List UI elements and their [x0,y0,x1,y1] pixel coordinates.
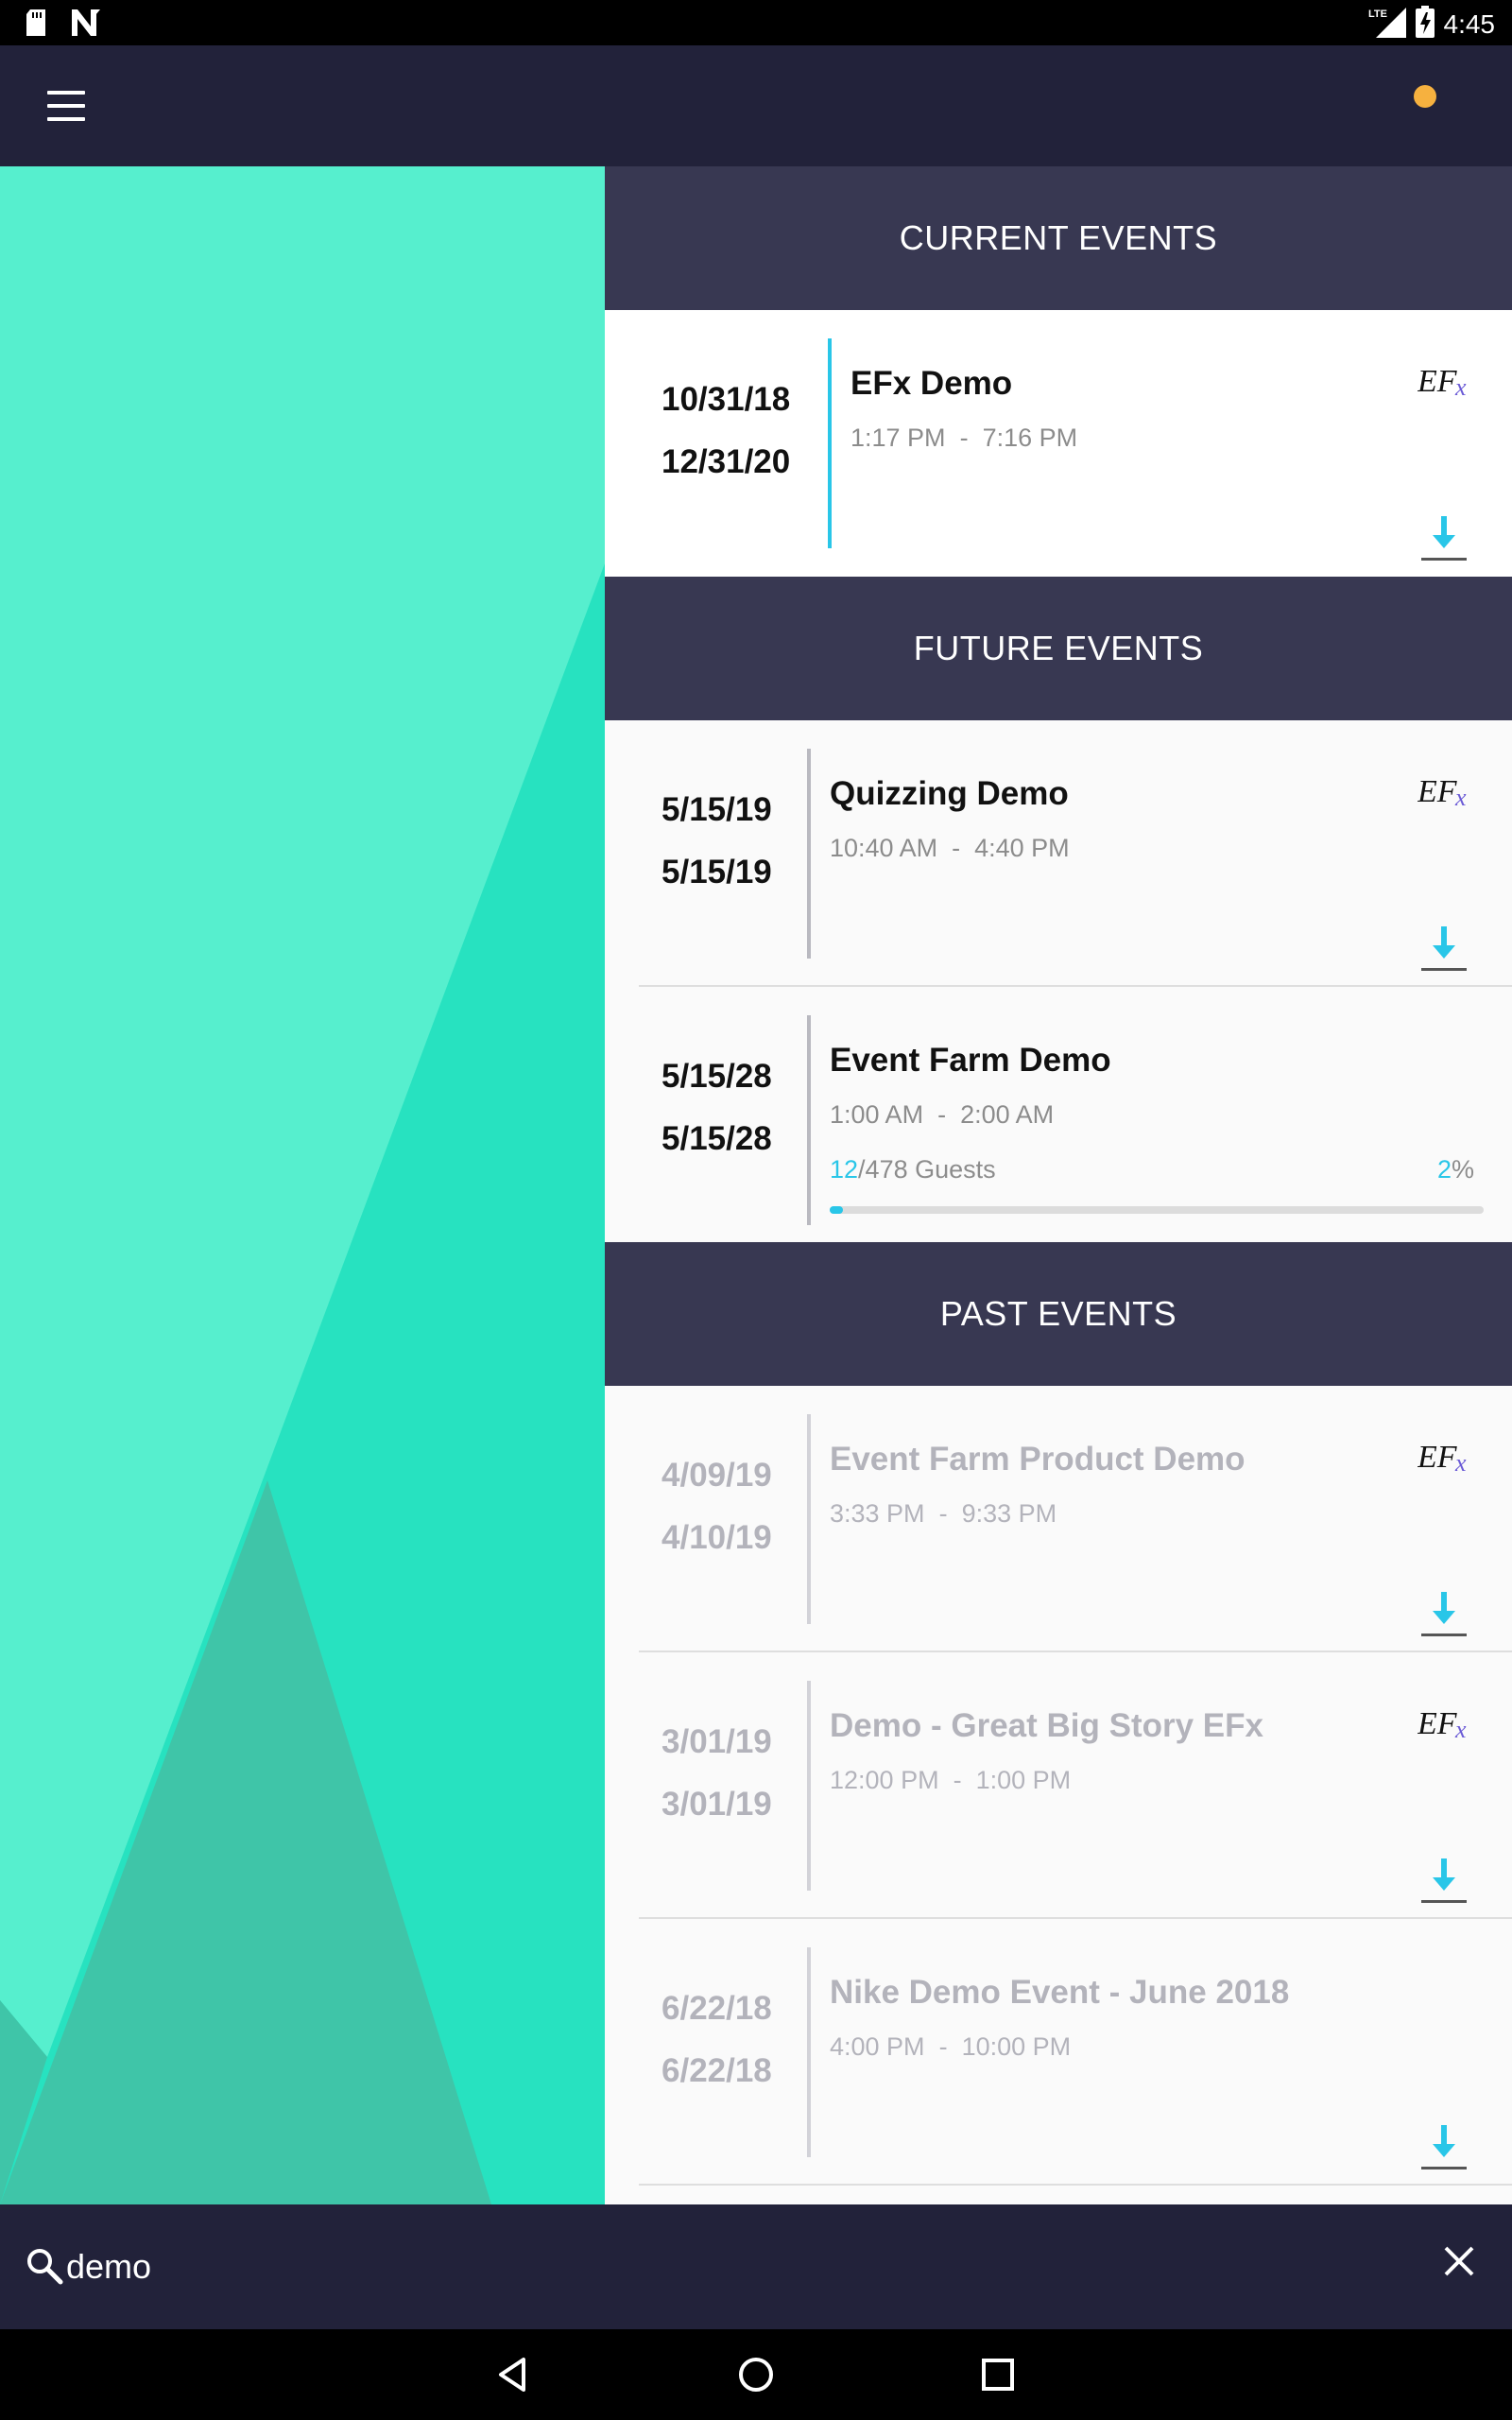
event-start-date: 5/15/28 [662,1058,772,1095]
recents-icon[interactable] [975,2352,1021,2397]
download-icon[interactable] [1419,1857,1469,1906]
svg-text:x: x [1454,373,1467,401]
event-row-efx-demo[interactable]: 10/31/18 12/31/20 EFx Demo 1:17 PM - 7:1… [605,310,1512,577]
event-start-date: 4/09/19 [662,1457,772,1494]
n-notification-icon [72,9,100,41]
event-time: 12:00 PM - 1:00 PM [830,1766,1072,1794]
future-events-header: FUTURE EVENTS [605,577,1512,720]
svg-text:x: x [1454,784,1467,811]
event-title: Demo - Great Big Story EFx [830,1707,1263,1744]
status-bar: LTE 4:45 [0,0,1512,45]
event-title: Event Farm Product Demo [830,1441,1246,1478]
svg-text:EF: EF [1418,1440,1458,1475]
event-title: EFx Demo [850,365,1013,402]
hamburger-menu-icon[interactable] [47,91,85,121]
checkin-percent: 2% [1436,1155,1474,1184]
event-end-date: 4/10/19 [662,1519,772,1556]
app-root: LTE 4:45 CURRENT EVENTS 10/31/18 12/31/2… [0,0,1512,2420]
system-nav-bar [0,2329,1512,2420]
search-icon [27,2249,63,2285]
lte-signal-icon: LTE [1368,6,1406,43]
event-status-bar [807,1015,811,1225]
event-status-bar [807,1414,811,1624]
event-time: 10:40 AM - 4:40 PM [830,834,1070,862]
svg-text:EF: EF [1418,364,1458,399]
network-label: LTE [1368,9,1387,20]
svg-text:x: x [1454,1449,1467,1477]
notification-dot[interactable] [1414,85,1436,108]
event-start-date: 6/22/18 [662,1990,772,2027]
efx-logo-icon: EF x [1418,1440,1467,1477]
event-status-bar [807,749,811,959]
event-status-bar [807,1947,811,2157]
event-row-great-big-story[interactable]: 3/01/19 3/01/19 Demo - Great Big Story E… [605,1652,1512,1919]
past-events-header: PAST EVENTS [605,1242,1512,1386]
svg-text:EF: EF [1418,774,1458,809]
event-start-date: 3/01/19 [662,1723,772,1760]
svg-text:x: x [1454,1716,1467,1743]
event-end-date: 3/01/19 [662,1786,772,1823]
guest-count: 12/478 Guests [830,1155,996,1184]
event-title: Event Farm Demo [830,1042,1111,1079]
event-time: 4:00 PM - 10:00 PM [830,2032,1072,2061]
event-row-event-farm-demo[interactable]: 5/15/28 5/15/28 Event Farm Demo 1:00 AM … [605,987,1512,1242]
battery-charging-icon [1415,6,1435,43]
top-app-bar [0,45,1512,166]
event-end-date: 6/22/18 [662,2052,772,2089]
events-list[interactable]: CURRENT EVENTS 10/31/18 12/31/20 EFx Dem… [605,166,1512,2204]
event-row-quizzing-demo[interactable]: 5/15/19 5/15/19 Quizzing Demo 10:40 AM -… [605,720,1512,987]
event-status-bar [807,1681,811,1891]
checkin-progress-bar [830,1206,1484,1214]
event-row-nike-demo[interactable]: 6/22/18 6/22/18 Nike Demo Event - June 2… [605,1919,1512,2186]
event-time: 3:33 PM - 9:33 PM [830,1499,1057,1528]
svg-text:EF: EF [1418,1706,1458,1741]
close-icon[interactable] [1440,2242,1478,2280]
event-end-date: 12/31/20 [662,443,791,480]
event-status-bar [828,338,832,548]
event-end-date: 5/15/28 [662,1120,772,1157]
efx-logo-icon: EF x [1418,1706,1467,1743]
event-end-date: 5/15/19 [662,854,772,890]
efx-logo-icon: EF x [1418,364,1467,401]
event-title: Nike Demo Event - June 2018 [830,1974,1290,2011]
event-time: 1:00 AM - 2:00 AM [830,1100,1055,1129]
efx-logo-icon: EF x [1418,774,1467,811]
row-divider [639,2184,1512,2186]
download-icon[interactable] [1419,925,1469,974]
event-title: Quizzing Demo [830,775,1069,812]
back-icon[interactable] [491,2352,537,2397]
decorative-background [0,166,605,2204]
event-time: 1:17 PM - 7:16 PM [850,424,1078,452]
search-input[interactable] [66,2238,1295,2295]
download-icon[interactable] [1419,2123,1469,2172]
download-icon[interactable] [1419,514,1469,563]
status-clock: 4:45 [1443,9,1496,39]
event-start-date: 10/31/18 [662,381,791,418]
search-bar [0,2204,1512,2329]
checkin-progress-fill [830,1206,843,1214]
home-icon[interactable] [733,2352,779,2397]
event-row-event-farm-product-demo[interactable]: 4/09/19 4/10/19 Event Farm Product Demo … [605,1386,1512,1652]
download-icon[interactable] [1419,1590,1469,1639]
current-events-header: CURRENT EVENTS [605,166,1512,310]
event-start-date: 5/15/19 [662,791,772,828]
sd-card-icon [25,9,47,41]
